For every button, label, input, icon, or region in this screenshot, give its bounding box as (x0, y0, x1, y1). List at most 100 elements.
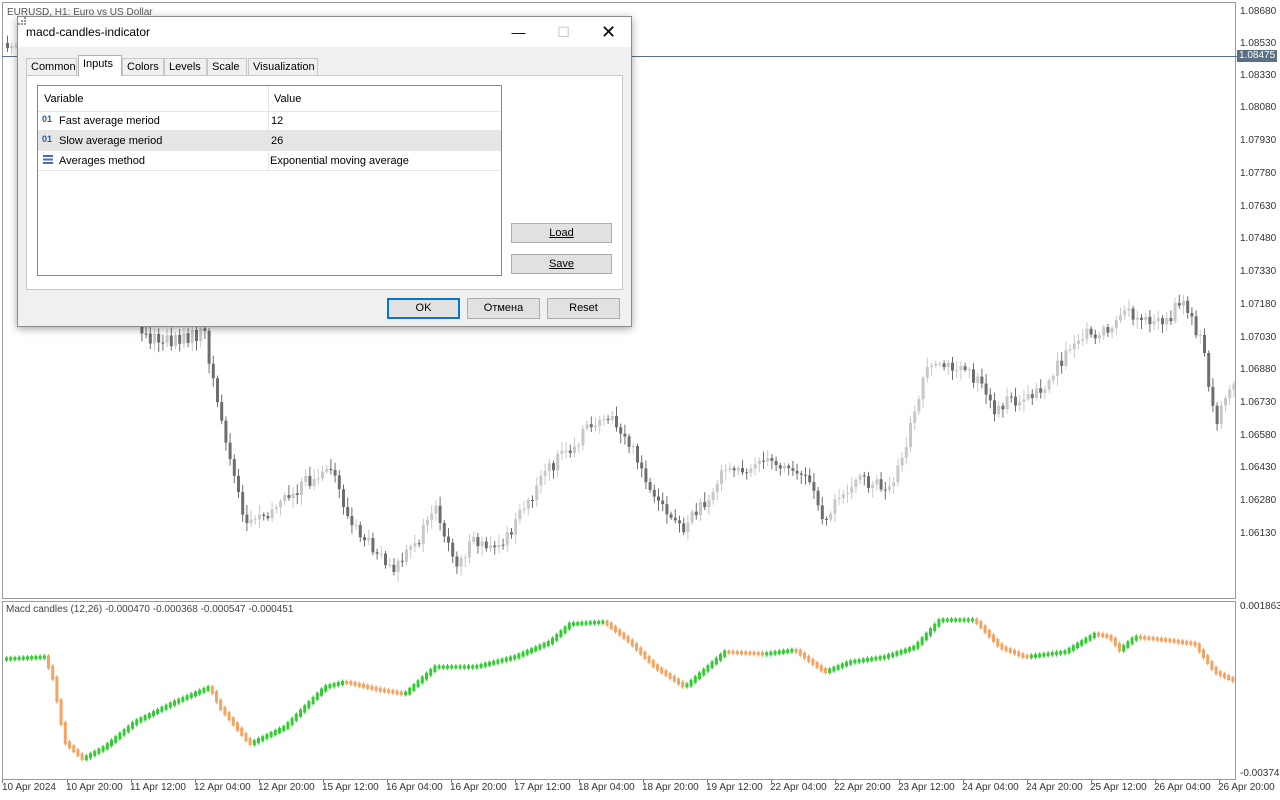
price-candle (955, 360, 959, 379)
indicator-candle (1067, 646, 1071, 655)
price-candle (648, 477, 652, 493)
time-tick-label: 26 Apr 04:00 (1154, 782, 1211, 793)
input-value[interactable]: 26 (271, 135, 283, 147)
indicator-candle (509, 655, 512, 663)
indicator-candle (664, 668, 668, 678)
indicator-candle (517, 652, 521, 660)
dialog-titlebar[interactable]: macd-candles-indicator — ☐ ✕ (18, 17, 631, 47)
time-tick (259, 780, 260, 783)
price-candle (1014, 387, 1017, 412)
price-candle (862, 471, 866, 486)
tab-scale[interactable]: Scale (207, 58, 247, 75)
indicator-candle (992, 632, 995, 644)
price-candle (325, 465, 329, 474)
reset-button[interactable]: Reset (547, 298, 620, 319)
tab-colors[interactable]: Colors (122, 58, 164, 75)
indicator-candle (727, 649, 731, 656)
price-tick-label: 1.06280 (1240, 495, 1277, 506)
price-candle (1102, 325, 1106, 341)
indicator-candle (866, 656, 869, 664)
price-candle (993, 392, 996, 422)
price-tick-label: 1.06730 (1240, 397, 1277, 408)
tab-inputs[interactable]: Inputs (78, 55, 122, 76)
indicator-candle (236, 721, 239, 733)
indicator-candle (454, 664, 458, 670)
input-row-slow[interactable]: 01 Slow average meriod 26 (38, 131, 501, 151)
price-candle (199, 325, 203, 348)
indicator-candle (135, 717, 139, 727)
input-name: Fast average meriod (59, 115, 160, 127)
indicator-candle (345, 679, 349, 686)
price-candle (1026, 384, 1030, 402)
price-tick-label: 1.08080 (1240, 102, 1277, 113)
tab-levels[interactable]: Levels (164, 58, 207, 75)
close-icon[interactable]: ✕ (586, 17, 631, 47)
indicator-candle (97, 747, 101, 756)
input-value[interactable]: 12 (271, 115, 283, 127)
tab-common[interactable]: Common (26, 58, 77, 75)
indicator-candle (1139, 634, 1142, 641)
indicator-candle (639, 646, 643, 657)
indicator-candle (542, 641, 546, 650)
price-candle (623, 424, 627, 445)
column-variable[interactable]: Variable (44, 93, 84, 105)
input-row-fast[interactable]: 01 Fast average meriod 12 (38, 111, 501, 131)
indicator-candle (1042, 651, 1046, 659)
price-candle (333, 462, 337, 483)
minimize-icon[interactable]: — (496, 17, 541, 47)
input-row-method[interactable]: Averages method Exponential moving avera… (38, 151, 501, 171)
current-price-tag: 1.08475 (1237, 50, 1277, 62)
save-button[interactable]: Save (511, 254, 612, 274)
price-candle (816, 487, 820, 511)
indicator-candle (1168, 637, 1172, 644)
indicator-candle (139, 715, 143, 724)
indicator-candle (1029, 653, 1033, 660)
price-candle (447, 528, 450, 552)
price-candle (606, 415, 610, 424)
indicator-candle (899, 648, 903, 656)
price-candle (535, 477, 539, 507)
price-candle (312, 469, 316, 490)
resize-grip-icon[interactable] (18, 17, 26, 25)
price-candle (6, 35, 9, 53)
price-candle (287, 485, 291, 501)
price-candle (703, 492, 707, 511)
indicator-candle (660, 666, 664, 675)
tab-visualization[interactable]: Visualization (248, 58, 318, 75)
indicator-candle (93, 749, 97, 758)
indicator-candle (1134, 634, 1138, 643)
indicator-candle (1231, 675, 1235, 684)
indicator-candle (929, 626, 932, 638)
price-candle (1186, 296, 1190, 319)
price-candle (1190, 307, 1194, 325)
indicator-candle (693, 674, 697, 685)
ok-button[interactable]: OK (387, 298, 460, 319)
time-tick (1219, 780, 1220, 783)
price-tick-label: 1.06580 (1240, 430, 1277, 441)
indicator-candle (933, 622, 937, 633)
price-candle (493, 541, 497, 555)
load-button[interactable]: Load (511, 223, 612, 243)
price-candle (556, 450, 560, 478)
price-candle (711, 487, 715, 505)
indicator-candle (1101, 631, 1105, 639)
price-candle (1135, 310, 1139, 329)
column-value[interactable]: Value (274, 93, 301, 105)
price-candle (673, 509, 677, 524)
indicator-candle (895, 649, 899, 658)
indicator-window[interactable] (2, 601, 1236, 780)
indicator-candle (1025, 653, 1029, 660)
indicator-candle (38, 654, 42, 661)
price-candle (594, 417, 597, 432)
maximize-icon[interactable]: ☐ (541, 17, 586, 47)
cancel-button[interactable]: Отмена (467, 298, 540, 319)
price-candle (850, 477, 854, 500)
time-tick (323, 780, 324, 783)
price-candle (253, 515, 257, 525)
price-candle (1123, 305, 1127, 320)
input-value[interactable]: Exponential moving average (270, 155, 409, 167)
price-candle (396, 558, 400, 582)
price-candle (951, 356, 954, 380)
time-tick-label: 12 Apr 04:00 (194, 782, 251, 793)
price-candle (854, 477, 858, 494)
